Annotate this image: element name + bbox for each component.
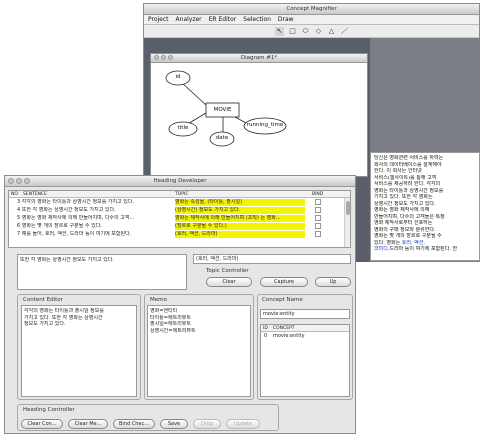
header-bind[interactable]: BIND — [312, 191, 323, 198]
concept-row[interactable]: 0 movie:entity — [261, 333, 349, 340]
bind-checkbox[interactable] — [315, 207, 321, 213]
magnifier-toolbar: ↖ □ ⬭ ◇ △ ／ — [144, 25, 479, 38]
row-sentence: 5 영화는 영화 제작사에 의해 만들어지며, 다수의 고객... — [17, 215, 135, 221]
content-line: 정보도 가지고 있다. — [24, 321, 66, 327]
line-icon[interactable]: ／ — [340, 27, 349, 36]
heading-developer-window: Heading Developer NO SENTENCE TOPIC BIND… — [4, 175, 356, 434]
row-topic: 영화는 제작사에 의해 만들어지며 (조직) 는 영화... — [175, 215, 305, 222]
concept-id: 0 — [264, 333, 268, 339]
clear-content-button[interactable]: Clear Con... — [21, 419, 63, 429]
bind-check-button[interactable]: Bind Chec... — [113, 419, 155, 429]
menu-er-editor[interactable]: ER Editor — [209, 15, 237, 24]
triangle-icon[interactable]: △ — [327, 27, 336, 36]
scenario-link[interactable]: 호러, 액션, — [402, 240, 425, 246]
menu-draw[interactable]: Draw — [278, 15, 294, 24]
row-topic: (장르로 구분될 수 있다.) — [175, 223, 305, 230]
memo-text[interactable]: 영화=엔티티 타이틀=애트리뷰트 출시일=애트리뷰트 상영시간=애트리뷰트 — [147, 305, 251, 397]
ellipse-icon[interactable]: ⬭ — [301, 27, 310, 36]
heading-controller-label: Heading Controller — [23, 407, 75, 413]
attribute-running-time-label[interactable]: running_time — [244, 122, 286, 128]
concept-value: movie:entity — [273, 333, 305, 339]
arrow-pointer-icon[interactable]: ↖ — [275, 27, 284, 36]
bind-checkbox[interactable] — [315, 215, 321, 221]
row-topic: (호러, 액션, 드라마) — [175, 231, 305, 238]
entity-movie-label[interactable]: MOVIE — [206, 107, 239, 113]
topic-capture-button[interactable]: Capture — [260, 277, 308, 287]
sentence-topic-table: NO SENTENCE TOPIC BIND 3 각각의 영화는 타이틀과 상영… — [8, 190, 351, 248]
attribute-id-label[interactable]: id — [170, 74, 186, 80]
bind-checkbox[interactable] — [315, 199, 321, 205]
diagram-window: Diagram #1* id MOVIE title date running_… — [150, 53, 368, 177]
minimize-icon[interactable] — [161, 55, 166, 60]
table-header: NO SENTENCE TOPIC BIND — [9, 191, 350, 198]
row-sentence: 6 영화는 몇 개의 장르로 구분될 수 있다. — [17, 223, 102, 229]
table-row[interactable]: 7 예를 들어, 호러, 액션, 드라마 등이 여기에 포함된다. (호러, 액… — [9, 231, 344, 239]
topic-controller-label: Topic Controller — [206, 268, 249, 274]
concept-name-input[interactable]: movie:entity — [260, 309, 350, 319]
magnifier-menubar: Project Analyzer ER Editor Selection Dra… — [144, 15, 479, 25]
minimize-icon[interactable] — [16, 178, 22, 184]
memo-line: 상영시간=애트리뷰트 — [150, 327, 196, 334]
diamond-icon[interactable]: ◇ — [314, 27, 323, 36]
memo-label: Memo — [150, 297, 167, 303]
concept-table-header: ID CONCEPT — [261, 325, 349, 332]
sentence-text: 또한 각 영화는 상영시간 정보도 가지고 있다. — [20, 257, 114, 263]
header-sentence[interactable]: SENTENCE — [23, 191, 47, 198]
scenario-text: 드라마 등이 여기에 포함된다. 한 — [389, 246, 458, 252]
save-button[interactable]: Save — [160, 419, 188, 429]
menu-selection[interactable]: Selection — [243, 15, 271, 24]
bind-checkbox[interactable] — [315, 231, 321, 237]
table-body: 3 각각의 영화는 타이틀과 상영시간 정보를 가지고 있다. 영화는 속성을,… — [9, 199, 344, 247]
sentence-text-area[interactable]: 또한 각 영화는 상영시간 정보도 가지고 있다. — [17, 254, 187, 290]
topic-field[interactable]: (호러, 액션, 드라마) — [193, 254, 351, 264]
concept-table: ID CONCEPT 0 movie:entity — [260, 324, 350, 397]
table-row[interactable]: 5 영화는 영화 제작사에 의해 만들어지며, 다수의 고객... 영화는 제작… — [9, 215, 344, 223]
scenario-text: 있다. 영화는 — [374, 239, 402, 246]
attribute-date-label[interactable]: date — [212, 135, 232, 141]
magnifier-title: Concept Magnifier — [286, 6, 337, 12]
row-sentence: 7 예를 들어, 호러, 액션, 드라마 등이 여기에 포함된다. — [17, 231, 132, 237]
content-editor-label: Content Editor — [23, 297, 63, 303]
close-icon[interactable] — [8, 178, 14, 184]
table-scrollbar[interactable] — [344, 198, 350, 247]
row-sentence: 3 각각의 영화는 타이틀과 상영시간 정보를 가지고 있다. — [17, 199, 135, 205]
table-row[interactable]: 4 또한 각 영화는 상영시간 정보도 가지고 있다. (상영시간) 정보도 가… — [9, 207, 344, 215]
content-editor-text[interactable]: 각각의 영화는 타이틀과 출시일 정보를 가지고 있다. 또한 각 영화는 상영… — [21, 305, 137, 397]
scenario-link[interactable]: 코미디, — [374, 246, 389, 252]
clear-memo-button[interactable]: Clear Me... — [68, 419, 108, 429]
magnifier-titlebar[interactable]: Concept Magnifier — [144, 4, 479, 15]
row-topic: (상영시간) 정보도 가지고 있다. — [175, 207, 305, 214]
update-button[interactable]: Update — [226, 419, 260, 429]
diagram-canvas[interactable]: id MOVIE title date running_time — [151, 63, 367, 176]
attribute-title-label[interactable]: title — [171, 125, 195, 131]
developer-titlebar[interactable]: Heading Developer — [5, 176, 355, 187]
header-no[interactable]: NO — [11, 191, 18, 198]
diagram-title: Diagram #1* — [240, 55, 278, 61]
header-concept[interactable]: CONCEPT — [273, 325, 295, 332]
rectangle-icon[interactable]: □ — [288, 27, 297, 36]
close-icon[interactable] — [154, 55, 159, 60]
table-row[interactable]: 6 영화는 몇 개의 장르로 구분될 수 있다. (장르로 구분될 수 있다.) — [9, 223, 344, 231]
scenario-line: 코미디,드라마 등이 여기에 포함된다. 한 — [374, 246, 476, 253]
scrollbar-thumb[interactable] — [346, 201, 350, 215]
row-sentence: 4 또한 각 영화는 상영시간 정보도 가지고 있다. — [17, 207, 116, 213]
menu-analyzer[interactable]: Analyzer — [176, 15, 202, 24]
concept-name-label: Concept Name — [262, 297, 303, 303]
header-topic[interactable]: TOPIC — [175, 191, 188, 198]
row-topic: 영화는 속성을, (타이틀, 출시일) — [175, 199, 305, 206]
drop-button[interactable]: Drop — [193, 419, 221, 429]
menu-project[interactable]: Project — [148, 15, 169, 24]
diagram-titlebar[interactable]: Diagram #1* — [151, 54, 367, 63]
scenario-text-panel[interactable]: 당신은 영화관련 서비스를 하려는 회사의 데이터베이스를 설계해야 한다. 이… — [370, 152, 480, 261]
developer-title: Heading Developer — [153, 178, 207, 184]
bind-checkbox[interactable] — [315, 223, 321, 229]
zoom-icon[interactable] — [168, 55, 173, 60]
zoom-icon[interactable] — [24, 178, 30, 184]
header-id[interactable]: ID — [263, 325, 268, 332]
topic-up-button[interactable]: Up — [315, 277, 351, 287]
table-row[interactable]: 3 각각의 영화는 타이틀과 상영시간 정보를 가지고 있다. 영화는 속성을,… — [9, 199, 344, 207]
topic-clear-button[interactable]: Clear — [206, 277, 252, 287]
